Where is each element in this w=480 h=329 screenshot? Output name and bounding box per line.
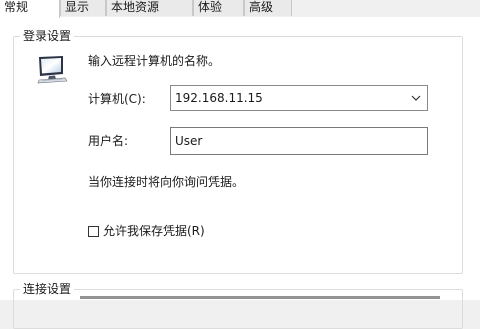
tab-local-resources[interactable]: 本地资源 — [106, 0, 193, 16]
connection-settings-title: 连接设置 — [20, 281, 75, 297]
connection-settings-group: 连接设置 — [13, 281, 463, 329]
username-value: User — [175, 134, 203, 148]
general-panel: 登录设置 输入远程计算机的名称。 计算机(C): 192.168.11.15 用… — [0, 17, 480, 329]
computer-combobox[interactable]: 192.168.11.15 — [170, 85, 428, 111]
computer-label: 计算机(C): — [88, 92, 146, 106]
tab-experience[interactable]: 体验 — [193, 0, 244, 16]
save-credentials-option[interactable]: 允许我保存凭据(R) — [88, 223, 228, 239]
computer-value: 192.168.11.15 — [175, 91, 263, 105]
username-label: 用户名: — [88, 134, 129, 148]
tab-advanced[interactable]: 高级 — [244, 0, 292, 16]
tab-bar: 常规 显示 本地资源 体验 高级 — [0, 0, 480, 18]
chevron-down-icon[interactable] — [411, 94, 421, 102]
tab-display[interactable]: 显示 — [60, 0, 106, 16]
username-field[interactable]: User — [170, 127, 428, 155]
login-settings-group: 登录设置 — [13, 28, 463, 274]
instruction-text: 输入远程计算机的名称。 — [88, 54, 221, 68]
login-settings-title: 登录设置 — [20, 28, 75, 44]
computer-monitor-icon — [37, 56, 68, 84]
save-credentials-checkbox[interactable] — [88, 226, 99, 237]
cutoff-text-line — [80, 296, 440, 299]
credentials-prompt-note: 当你连接时将向你询问凭据。 — [88, 175, 245, 189]
save-credentials-label: 允许我保存凭据(R) — [103, 224, 205, 238]
tab-general[interactable]: 常规 — [0, 0, 60, 18]
